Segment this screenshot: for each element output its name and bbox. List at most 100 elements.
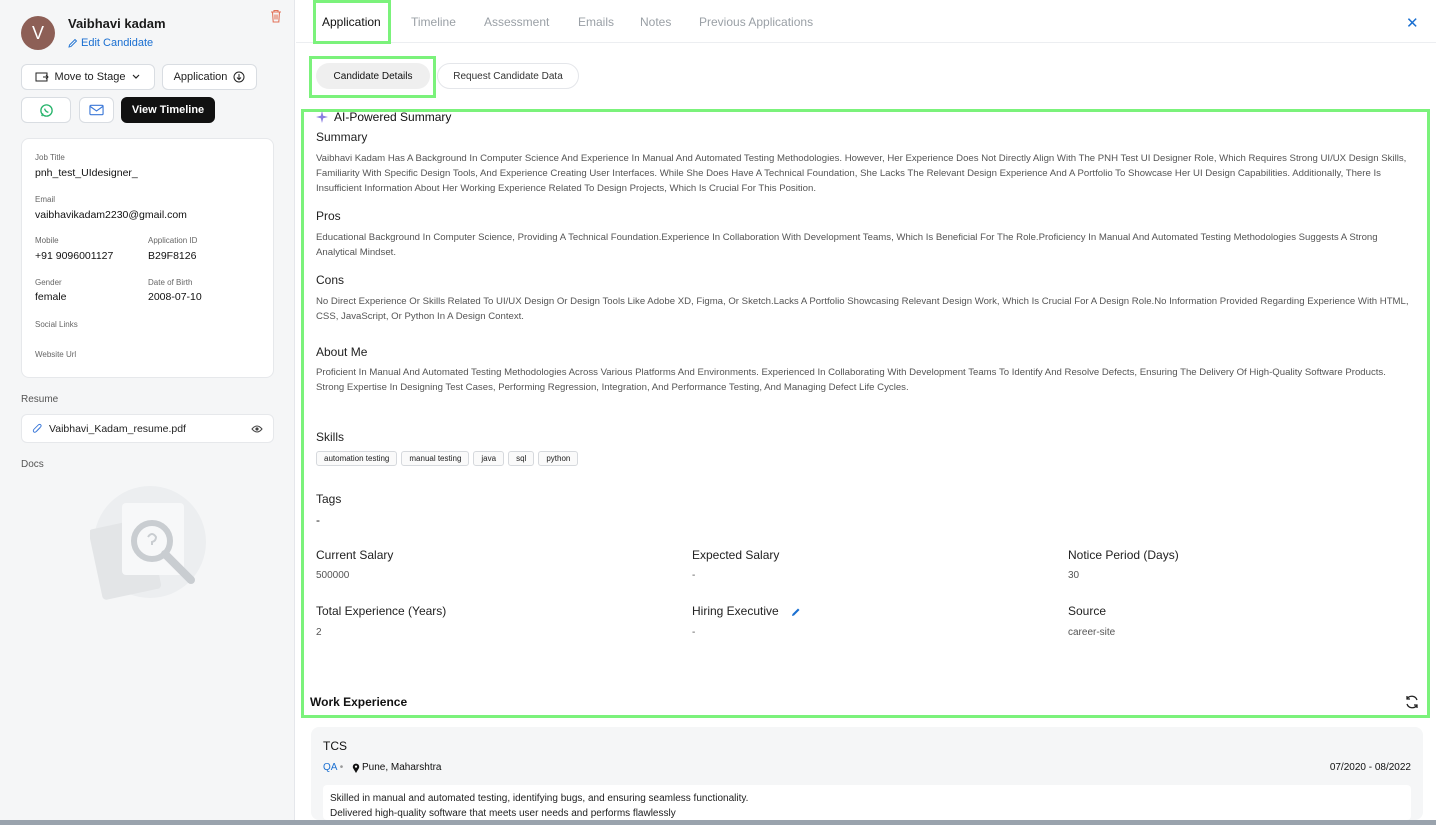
total-experience-value: 2 (316, 627, 322, 638)
total-experience-label: Total Experience (Years) (316, 604, 447, 618)
move-to-stage-button[interactable]: Move to Stage (21, 64, 155, 90)
eye-icon[interactable] (251, 424, 263, 434)
job-role: QA • (323, 762, 344, 773)
cons-text: No Direct Experience Or Skills Related T… (316, 296, 1409, 322)
candidate-name: Vaibhavi kadam (68, 16, 166, 31)
email-label: Email (35, 195, 56, 204)
summary-text: Vaibhavi Kadam Has A Background In Compu… (316, 153, 1407, 194)
current-salary-value: 500000 (316, 570, 350, 581)
skill-chip: automation testing (316, 451, 398, 466)
skills-list: automation testing manual testing java s… (316, 451, 579, 466)
tags-label: Tags (316, 492, 342, 506)
tab-assessment[interactable]: Assessment (484, 15, 549, 29)
job-role-text: QA (323, 762, 337, 773)
job-description-line: Skilled in manual and automated testing,… (330, 793, 749, 804)
skill-chip: manual testing (401, 451, 470, 466)
dob-value: 2008-07-10 (148, 291, 202, 303)
job-description-line: Delivered high-quality software that mee… (330, 808, 676, 819)
gender-label: Gender (35, 278, 62, 287)
move-to-stage-label: Move to Stage (54, 71, 126, 83)
hiring-executive-label: Hiring Executive (692, 604, 779, 618)
subtab-candidate-details[interactable]: Candidate Details (316, 63, 430, 89)
tab-emails[interactable]: Emails (578, 15, 614, 29)
source-value: career-site (1068, 627, 1116, 638)
job-dates: 07/2020 - 08/2022 (1329, 762, 1411, 773)
job-location-text: Pune, Maharshtra (362, 762, 442, 773)
stage-icon (35, 72, 49, 82)
mail-icon (89, 104, 104, 116)
skill-chip: sql (508, 451, 535, 466)
close-icon[interactable]: ✕ (1406, 14, 1419, 32)
current-salary-label: Current Salary (316, 548, 394, 562)
tab-previous-applications[interactable]: Previous Applications (699, 15, 813, 29)
ai-summary-title: AI-Powered Summary (334, 110, 452, 124)
skill-chip: java (473, 451, 505, 466)
edit-candidate-label: Edit Candidate (81, 37, 154, 49)
view-timeline-button[interactable]: View Timeline (121, 97, 215, 123)
job-description: Skilled in manual and automated testing,… (323, 785, 1411, 820)
edit-candidate-link[interactable]: Edit Candidate (68, 37, 153, 49)
source-label: Source (1068, 604, 1107, 618)
app-window: V Vaibhavi kadam Edit Candidate Move to … (0, 0, 1436, 820)
mobile-label: Mobile (35, 236, 59, 245)
gender-value: female (35, 291, 67, 303)
job-location: Pune, Maharshtra (352, 762, 442, 773)
refresh-icon[interactable] (1404, 694, 1420, 710)
notice-period-value: 30 (1068, 570, 1080, 581)
tab-notes[interactable]: Notes (640, 15, 671, 29)
whatsapp-icon (39, 103, 53, 117)
chevron-down-icon (133, 74, 140, 79)
cons-label: Cons (316, 273, 345, 287)
avatar: V (21, 16, 55, 50)
tab-timeline[interactable]: Timeline (411, 15, 456, 29)
pros-text: Educational Background In Computer Scien… (316, 232, 1378, 258)
tab-highlight (313, 0, 391, 44)
social-links-label: Social Links (35, 320, 78, 329)
tags-value: - (316, 513, 320, 527)
whatsapp-button[interactable] (21, 97, 71, 123)
subtab-request-candidate-data[interactable]: Request Candidate Data (437, 63, 579, 89)
email-value: vaibhavikadam2230@gmail.com (35, 209, 187, 221)
window-bottom-edge (0, 820, 1436, 825)
pencil-icon[interactable] (791, 607, 801, 617)
application-download-button[interactable]: Application (162, 64, 257, 90)
summary-label: Summary (316, 130, 368, 144)
work-experience-title: Work Experience (310, 695, 408, 709)
location-pin-icon (352, 763, 360, 773)
details-highlight (301, 109, 1430, 718)
application-id-label: Application ID (148, 236, 198, 245)
mobile-value: +91 9096001127 (35, 250, 114, 262)
notice-period-label: Notice Period (Days) (1068, 548, 1179, 562)
application-label: Application (173, 71, 228, 83)
resume-file[interactable]: Vaibhavi_Kadam_resume.pdf (21, 414, 274, 443)
skill-chip: python (538, 451, 579, 466)
job-title-value: pnh_test_UIdesigner_ (35, 167, 138, 179)
candidate-sidebar: V Vaibhavi kadam Edit Candidate Move to … (0, 0, 295, 820)
about-me-label: About Me (316, 345, 368, 359)
trash-icon[interactable] (268, 8, 284, 24)
main-tabs: Application Timeline Assessment Emails N… (296, 0, 1436, 43)
dob-label: Date of Birth (148, 278, 193, 287)
pros-label: Pros (316, 209, 341, 223)
docs-title: Docs (21, 459, 44, 470)
skills-label: Skills (316, 430, 345, 444)
expected-salary-label: Expected Salary (692, 548, 780, 562)
ai-summary-heading: AI-Powered Summary (316, 110, 451, 124)
expected-salary-value: - (692, 570, 696, 581)
website-label: Website Url (35, 350, 77, 359)
application-id-value: B29F8126 (148, 250, 197, 262)
resume-filename: Vaibhavi_Kadam_resume.pdf (49, 422, 186, 435)
view-timeline-label: View Timeline (131, 104, 205, 116)
email-button[interactable] (79, 97, 114, 123)
hiring-executive-value: - (692, 627, 696, 638)
company-name: TCS (323, 739, 347, 753)
sparkle-icon (316, 111, 328, 123)
pencil-icon (68, 38, 78, 48)
candidate-info-card: Job Title pnh_test_UIdesigner_ Email vai… (21, 138, 274, 378)
about-me-text: Proficient In Manual And Automated Testi… (316, 367, 1386, 393)
download-circle-icon (233, 71, 245, 83)
empty-docs-illustration (90, 486, 206, 600)
resume-title: Resume (21, 394, 59, 405)
job-title-label: Job Title (35, 153, 65, 162)
paperclip-icon (32, 423, 42, 433)
